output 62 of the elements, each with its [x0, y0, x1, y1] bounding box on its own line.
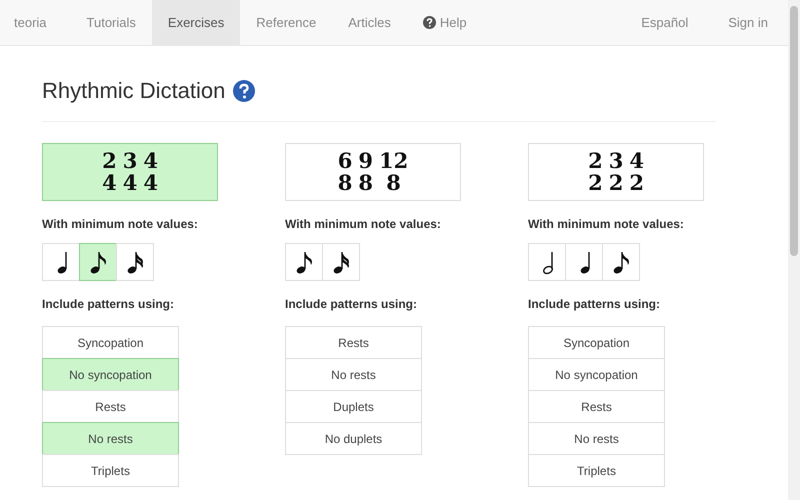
note-value-button[interactable] [285, 243, 323, 281]
time-signature-denominator: 8 [386, 172, 401, 194]
time-signature-numerator: 3 [608, 150, 624, 172]
pattern-option-button[interactable]: No rests [528, 422, 665, 455]
note-value-button[interactable] [116, 243, 154, 281]
pattern-option-button[interactable]: No syncopation [42, 358, 179, 391]
pattern-option-button[interactable]: No rests [285, 358, 422, 391]
time-signature-numerator: 2 [102, 150, 117, 172]
sixteenth-note-icon [331, 249, 351, 275]
section-label: With minimum note values: [42, 216, 199, 233]
quarter-note-icon [54, 249, 68, 275]
time-signature-numerator: 4 [143, 150, 158, 172]
pattern-option-button[interactable]: Triplets [42, 454, 179, 487]
section-label: Include patterns using: [285, 296, 418, 313]
quarter-note-icon [578, 249, 590, 275]
time-signature-numerator: 12 [379, 150, 408, 172]
time-signature-numerator: 3 [122, 150, 138, 172]
pattern-option-button[interactable]: No duplets [285, 422, 422, 455]
pattern-option-button[interactable]: Rests [285, 326, 422, 359]
time-signature-button[interactable]: 6 8 9 8 12 8 [285, 143, 461, 201]
section-label: Include patterns using: [528, 296, 662, 313]
time-signature-denominator: 2 [588, 172, 603, 194]
eighth-note-icon [611, 249, 631, 275]
time-signature-denominator: 4 [102, 172, 117, 194]
note-value-button[interactable] [565, 243, 603, 281]
nav-tab[interactable]: Exercises [152, 0, 240, 45]
sixteenth-note-icon [125, 249, 145, 275]
time-signature-denominator: 4 [122, 172, 138, 194]
pattern-option-button[interactable]: Rests [528, 390, 665, 423]
pattern-option-button[interactable]: Duplets [285, 390, 422, 423]
time-signature-denominator: 4 [143, 172, 158, 194]
section-label: With minimum note values: [528, 216, 685, 233]
pattern-option-button[interactable]: Rests [42, 390, 179, 423]
pattern-option-button[interactable]: No rests [42, 422, 179, 455]
note-value-button[interactable] [42, 243, 80, 281]
time-signature-denominator: 8 [338, 172, 352, 194]
pattern-option-button[interactable]: Syncopation [42, 326, 179, 359]
section-label: With minimum note values: [285, 216, 442, 233]
time-signature-numerator: 2 [588, 150, 603, 172]
page-title: Rhythmic Dictation [42, 77, 226, 105]
scrollbar-thumb[interactable] [790, 6, 798, 256]
pattern-option-button[interactable]: Triplets [528, 454, 665, 487]
section-label: Include patterns using: [42, 296, 176, 313]
note-value-button[interactable] [79, 243, 117, 281]
scrollbar[interactable] [788, 0, 800, 500]
pattern-option-button[interactable]: Syncopation [528, 326, 665, 359]
half-note-icon [540, 249, 554, 275]
help-icon[interactable] [233, 80, 256, 102]
note-value-button[interactable] [528, 243, 566, 281]
note-value-button[interactable] [602, 243, 640, 281]
time-signature-button[interactable]: 2 4 3 4 4 4 [42, 143, 218, 201]
eighth-note-icon [294, 249, 314, 275]
time-signature-numerator: 9 [358, 150, 373, 172]
time-signature-numerator: 6 [338, 150, 352, 172]
pattern-option-button[interactable]: No syncopation [528, 358, 665, 391]
time-signature-numerator: 4 [629, 150, 644, 172]
time-signature-denominator: 8 [358, 172, 373, 194]
eighth-note-icon [88, 249, 108, 275]
time-signature-button[interactable]: 2 2 3 2 4 2 [528, 143, 704, 201]
time-signature-denominator: 2 [629, 172, 644, 194]
time-signature-denominator: 2 [608, 172, 624, 194]
note-value-button[interactable] [322, 243, 360, 281]
